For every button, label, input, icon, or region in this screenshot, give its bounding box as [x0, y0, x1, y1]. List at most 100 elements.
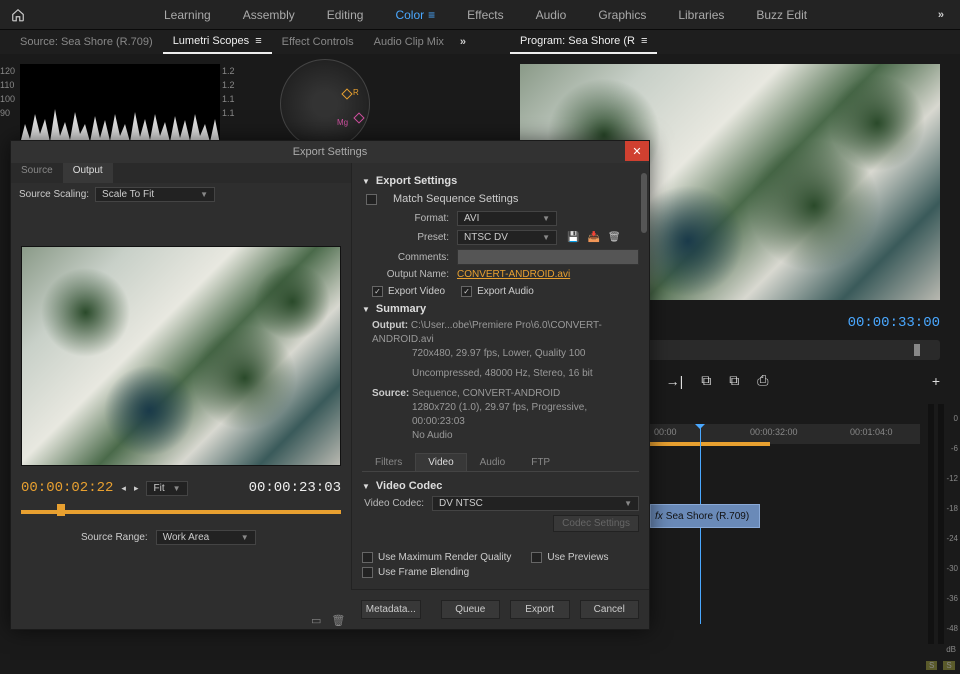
panel-tab-audio-clip-mixer[interactable]: Audio Clip Mix: [364, 30, 454, 54]
export-video-checkbox[interactable]: ✓Export Video: [372, 286, 445, 297]
preview-timecode-out[interactable]: 00:00:23:03: [249, 480, 341, 496]
tick: -30: [946, 554, 958, 584]
preset-dropdown[interactable]: NTSC DV▼: [457, 230, 557, 245]
match-sequence-checkbox[interactable]: Match Sequence Settings: [366, 193, 639, 205]
subtab-video[interactable]: Video: [415, 453, 466, 471]
workspace-tab-assembly[interactable]: Assembly: [227, 0, 311, 30]
source-scaling-dropdown[interactable]: Scale To Fit▼: [95, 187, 215, 202]
subtab-filters[interactable]: Filters: [362, 453, 415, 471]
preview-playhead[interactable]: [57, 504, 65, 516]
workspace-tab-audio[interactable]: Audio: [520, 0, 583, 30]
dialog-titlebar[interactable]: Export Settings ✕: [11, 141, 649, 163]
preview-timecode-in[interactable]: 00:00:02:22: [21, 480, 113, 496]
comments-row: Comments:: [362, 249, 639, 265]
save-preset-icon[interactable]: 💾: [567, 232, 579, 243]
timeline-ruler[interactable]: 00:00 00:00:32:00 00:01:04:0: [650, 424, 920, 444]
workspace-tab-buzzedit[interactable]: Buzz Edit: [740, 0, 823, 30]
preview-scrubber[interactable]: [21, 504, 341, 520]
summary-source-spec: 1280x720 (1.0), 29.97 fps, Progressive, …: [412, 401, 639, 429]
subtab-ftp[interactable]: FTP: [518, 453, 563, 471]
scroll-thumb[interactable]: [641, 173, 647, 233]
delete-preset-icon[interactable]: 🗑: [608, 232, 621, 243]
workspace-tab-learning[interactable]: Learning: [148, 0, 227, 30]
workspace-tab-color[interactable]: Color ≡: [379, 0, 451, 30]
tick: 100: [0, 92, 15, 106]
import-preset-icon[interactable]: 📥: [587, 232, 599, 243]
button-editor-plus-icon[interactable]: +: [932, 373, 940, 389]
cancel-button[interactable]: Cancel: [580, 600, 640, 619]
next-frame-icon[interactable]: ▸: [134, 483, 139, 494]
crop-icon[interactable]: ▭: [311, 614, 321, 627]
goto-out-icon[interactable]: →|: [666, 373, 684, 389]
queue-button[interactable]: Queue: [441, 600, 501, 619]
video-codec-header-label: Video Codec: [376, 480, 442, 492]
solo-button-l[interactable]: S: [926, 661, 937, 670]
timeline-clip[interactable]: fx Sea Shore (R.709): [650, 504, 760, 528]
trash-icon[interactable]: 🗑: [331, 614, 345, 627]
ruler-tick: 00:00:32:00: [750, 427, 798, 437]
section-export-settings[interactable]: ▼Export Settings: [362, 175, 639, 187]
workspace-tab-color-label: Color: [395, 8, 424, 22]
workspace-menu-icon[interactable]: ≡: [428, 8, 435, 22]
workspace-overflow-icon[interactable]: »: [930, 9, 952, 21]
workspace-tab-effects[interactable]: Effects: [451, 0, 519, 30]
extract-icon[interactable]: ⧉: [729, 372, 739, 389]
use-max-render-checkbox[interactable]: Use Maximum Render Quality: [362, 552, 511, 563]
metadata-button[interactable]: Metadata...: [361, 600, 421, 619]
use-frame-blending-checkbox[interactable]: Use Frame Blending: [362, 567, 469, 578]
export-frame-icon[interactable]: ⎙: [757, 372, 768, 389]
video-codec-section: ▼Video Codec Video Codec: DV NTSC▼ Codec…: [362, 480, 639, 532]
panel-tab-program[interactable]: Program: Sea Shore (R ≡: [510, 30, 657, 54]
match-sequence-label: Match Sequence Settings: [393, 193, 518, 205]
meter-channel-l: [928, 404, 934, 644]
section-video-codec[interactable]: ▼Video Codec: [362, 480, 639, 492]
preview-tab-source[interactable]: Source: [11, 163, 63, 183]
settings-scrollbar[interactable]: [639, 163, 647, 589]
export-av-checks: ✓Export Video ✓Export Audio: [372, 286, 639, 297]
workspace-tab-editing[interactable]: Editing: [311, 0, 380, 30]
work-area-bar[interactable]: [650, 442, 770, 446]
use-previews-checkbox[interactable]: Use Previews: [531, 552, 608, 563]
summary-block: Output: C:\User...obe\Premiere Pro\6.0\C…: [372, 319, 639, 443]
workspace-tab-libraries[interactable]: Libraries: [662, 0, 740, 30]
export-button[interactable]: Export: [510, 600, 570, 619]
output-name-link[interactable]: CONVERT-ANDROID.avi: [457, 269, 570, 280]
format-row: Format: AVI▼: [362, 211, 639, 226]
meter-ticks: 0 -6 -12 -18 -24 -30 -36 -48: [946, 404, 958, 644]
close-button[interactable]: ✕: [625, 141, 649, 161]
section-summary[interactable]: ▼Summary: [362, 303, 639, 315]
program-title: Program: Sea Shore (R: [520, 35, 635, 47]
export-audio-checkbox[interactable]: ✓Export Audio: [461, 286, 534, 297]
solo-button-r[interactable]: S: [943, 661, 954, 670]
panel-header-row: Source: Sea Shore (R.709) Lumetri Scopes…: [0, 30, 960, 54]
lift-icon[interactable]: ⧉: [701, 372, 711, 389]
subtab-audio[interactable]: Audio: [467, 453, 519, 471]
video-codec-label: Video Codec:: [362, 498, 432, 509]
section-label: Export Settings: [376, 175, 457, 187]
panel-tab-lumetri-scopes[interactable]: Lumetri Scopes ≡: [163, 30, 272, 54]
panel-tab-source[interactable]: Source: Sea Shore (R.709): [10, 30, 163, 54]
home-icon[interactable]: [8, 5, 28, 25]
export-preview-image[interactable]: [21, 246, 341, 466]
source-range-value: Work Area: [163, 532, 210, 543]
preview-tab-output[interactable]: Output: [63, 163, 113, 183]
tick: -6: [946, 434, 958, 464]
tick: -12: [946, 464, 958, 494]
workspace-tab-graphics[interactable]: Graphics: [582, 0, 662, 30]
format-dropdown[interactable]: AVI▼: [457, 211, 557, 226]
preview-tabs: Source Output: [11, 163, 351, 183]
preview-fit-dropdown[interactable]: Fit▼: [146, 481, 187, 496]
dialog-button-row: Metadata... Queue Export Cancel: [351, 589, 649, 629]
program-timecode[interactable]: 00:00:33:00: [848, 315, 940, 331]
video-codec-value: DV NTSC: [439, 498, 483, 509]
source-range-dropdown[interactable]: Work Area▼: [156, 530, 256, 545]
scope-ticks-left: 120 110 100 90: [0, 64, 15, 120]
waveform-scope: [20, 64, 220, 144]
out-point-icon[interactable]: [914, 344, 920, 356]
panel-overflow-left-icon[interactable]: »: [454, 36, 472, 48]
tick: 1.2: [222, 78, 235, 92]
prev-frame-icon[interactable]: ◂: [121, 483, 126, 494]
video-codec-dropdown[interactable]: DV NTSC▼: [432, 496, 639, 511]
panel-tab-effect-controls[interactable]: Effect Controls: [272, 30, 364, 54]
comments-input[interactable]: [457, 249, 639, 265]
